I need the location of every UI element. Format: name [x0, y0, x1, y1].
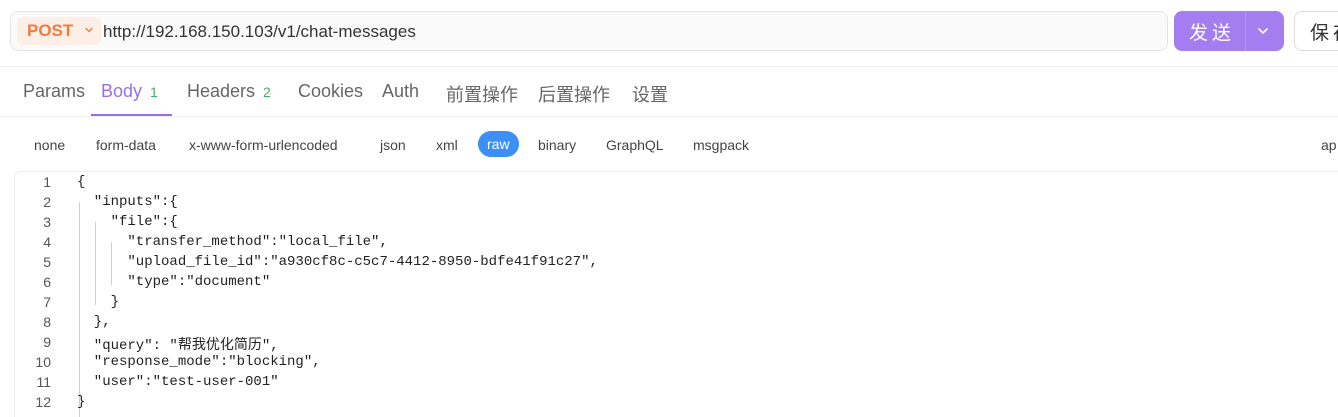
method-select[interactable]: POST — [17, 17, 101, 45]
line-text: "upload_file_id":"a930cf8c-c5c7-4412-895… — [77, 254, 598, 270]
code-line: 4 "transfer_method":"local_file", — [15, 233, 1335, 253]
line-text: "type":"document" — [77, 274, 271, 290]
save-button[interactable]: 保存 — [1294, 11, 1338, 51]
tab-label: Cookies — [298, 81, 364, 101]
line-text: "file":{ — [77, 214, 178, 230]
line-text: { — [77, 174, 86, 190]
line-text: "user":"test-user-001" — [77, 374, 279, 390]
tab-pre-operations[interactable]: 前置操作 — [446, 81, 518, 107]
code-line: 1 { — [15, 173, 1335, 193]
body-type-json[interactable]: json — [380, 137, 406, 153]
send-button-label: 发送 — [1189, 22, 1236, 44]
line-number: 10 — [35, 354, 51, 370]
line-text: } — [77, 394, 86, 410]
line-number: 2 — [43, 194, 51, 210]
body-type-form-data[interactable]: form-data — [96, 137, 156, 153]
tab-label: 后置操作 — [538, 85, 610, 105]
method-label: POST — [27, 21, 74, 40]
code-line: 7 } — [15, 293, 1335, 313]
line-text: "response_mode":"blocking", — [77, 354, 321, 370]
line-number: 9 — [43, 334, 51, 350]
code-line: 8 }, — [15, 313, 1335, 333]
line-text: "inputs":{ — [77, 194, 178, 210]
request-tabs: Params Body 1 Headers 2 Cookies Auth 前置操… — [0, 67, 1338, 117]
tab-label: 设置 — [632, 85, 668, 105]
tab-label: Params — [23, 81, 86, 101]
tab-headers[interactable]: Headers 2 — [187, 81, 271, 102]
code-line: 2 "inputs":{ — [15, 193, 1335, 213]
code-line: 11 "user":"test-user-001" — [15, 373, 1335, 393]
tab-label: 前置操作 — [446, 85, 518, 105]
line-number: 4 — [43, 234, 51, 250]
code-editor[interactable]: 1 { 2 "inputs":{ 3 "file":{ 4 "transfer_… — [14, 171, 1338, 417]
tab-auth[interactable]: Auth — [382, 81, 419, 102]
line-number: 11 — [36, 374, 51, 390]
tab-post-operations[interactable]: 后置操作 — [538, 81, 610, 107]
tab-label: Headers — [187, 81, 256, 101]
body-type-binary[interactable]: binary — [538, 137, 576, 153]
code-line: 3 "file":{ — [15, 213, 1335, 233]
tab-badge: 1 — [150, 83, 158, 100]
body-type-graphql[interactable]: GraphQL — [606, 137, 664, 153]
line-text: } — [77, 294, 120, 310]
chevron-down-icon[interactable] — [1256, 25, 1270, 37]
tab-settings[interactable]: 设置 — [632, 81, 668, 107]
tab-label: Body — [101, 81, 143, 101]
line-text: "query": "帮我优化简历", — [77, 338, 279, 354]
code-line: 10 "response_mode":"blocking", — [15, 353, 1335, 373]
line-number: 6 — [43, 274, 51, 290]
code-line: 9 "query": "帮我优化简历", — [15, 333, 1335, 354]
line-number: 8 — [43, 314, 51, 330]
code-line: 5 "upload_file_id":"a930cf8c-c5c7-4412-8… — [15, 253, 1335, 273]
line-number: 1 — [43, 174, 51, 190]
tab-cookies[interactable]: Cookies — [298, 81, 363, 102]
line-number: 12 — [35, 394, 51, 410]
body-type-raw[interactable]: raw — [478, 131, 519, 157]
body-type-selector: none form-data x-www-form-urlencoded jso… — [0, 117, 1338, 171]
body-type-msgpack[interactable]: msgpack — [693, 137, 749, 153]
chevron-down-icon — [85, 27, 93, 33]
body-type-urlencoded[interactable]: x-www-form-urlencoded — [189, 137, 338, 153]
tab-badge: 2 — [263, 83, 271, 100]
body-type-right-label[interactable]: ap — [1321, 137, 1337, 153]
request-bar: POST 发送 保存 — [0, 0, 1338, 64]
tab-label: Auth — [382, 81, 420, 101]
tab-body[interactable]: Body 1 — [101, 81, 158, 102]
line-number: 3 — [43, 214, 51, 230]
send-divider — [1245, 11, 1246, 51]
line-number: 7 — [43, 294, 51, 310]
body-type-none[interactable]: none — [34, 137, 65, 153]
url-box: POST — [10, 11, 1168, 51]
tab-params[interactable]: Params — [23, 81, 85, 102]
line-text: }, — [77, 314, 111, 330]
code-line: 6 "type":"document" — [15, 273, 1335, 293]
url-input[interactable] — [103, 18, 1153, 46]
body-type-xml[interactable]: xml — [436, 137, 458, 153]
send-button[interactable]: 发送 — [1174, 11, 1284, 51]
code-line: 12 } — [15, 393, 1335, 413]
line-number: 5 — [43, 254, 51, 270]
line-text: "transfer_method":"local_file", — [77, 234, 388, 250]
